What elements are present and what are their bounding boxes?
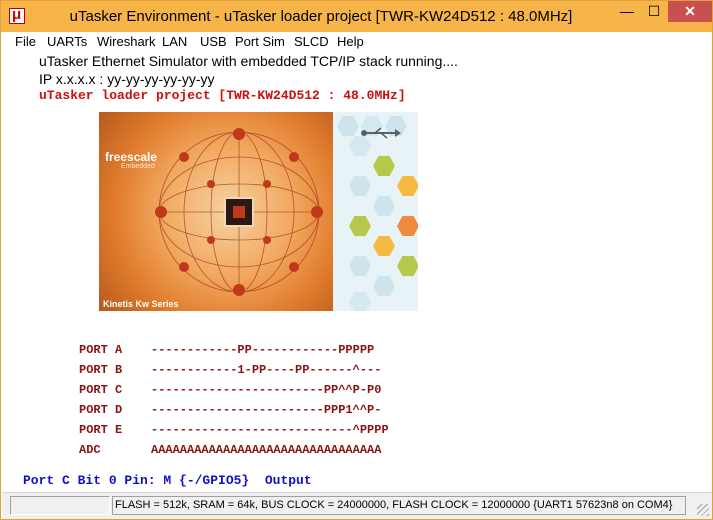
chip-sphere-graphic <box>99 112 333 311</box>
menu-lan[interactable]: LAN <box>162 34 187 49</box>
simulator-status-text: uTasker Ethernet Simulator with embedded… <box>39 53 458 69</box>
port-name: ADC <box>79 443 101 457</box>
menu-file[interactable]: File <box>15 34 36 49</box>
port-name: PORT A <box>79 343 123 357</box>
usb-hex-panel <box>333 112 418 311</box>
adc-row[interactable]: ADC AAAAAAAAAAAAAAAAAAAAAAAAAAAAAAAA <box>79 443 381 457</box>
title-bar[interactable]: μ uTasker Environment - uTasker loader p… <box>1 1 712 32</box>
port-name: PORT C <box>79 383 123 397</box>
freescale-logo-sub: Embedded <box>121 163 155 170</box>
status-info-text: FLASH = 512k, SRAM = 64k, BUS CLOCK = 24… <box>112 496 686 515</box>
port-name: PORT E <box>79 423 123 437</box>
port-name: PORT B <box>79 363 123 377</box>
port-pins[interactable]: ------------------------PP^^P-P0 <box>151 383 381 397</box>
status-pane-empty <box>10 496 110 515</box>
freescale-logo: freescale <box>105 150 158 164</box>
port-pins[interactable]: AAAAAAAAAAAAAAAAAAAAAAAAAAAAAAAA <box>151 443 381 457</box>
port-c-row[interactable]: PORT C ------------------------PP^^P-P0 <box>79 383 381 397</box>
port-pins[interactable]: ------------------------PPP1^^P- <box>151 403 381 417</box>
port-pins[interactable]: ----------------------------^PPPP <box>151 423 389 437</box>
port-d-row[interactable]: PORT D ------------------------PPP1^^P- <box>79 403 381 417</box>
series-caption: Kinetis Kw Series <box>103 299 179 309</box>
window-title: uTasker Environment - uTasker loader pro… <box>69 8 573 25</box>
menu-usb[interactable]: USB <box>200 34 227 49</box>
port-e-row[interactable]: PORT E ----------------------------^PPPP <box>79 423 389 437</box>
usb-icon <box>361 127 401 139</box>
menu-uarts[interactable]: UARTs <box>47 34 87 49</box>
port-pins[interactable]: ------------PP------------PPPPP <box>151 343 374 357</box>
port-pins[interactable]: ------------1-PP----PP------^--- <box>151 363 381 377</box>
status-bar: FLASH = 512k, SRAM = 64k, BUS CLOCK = 24… <box>2 492 712 519</box>
pin-status-text: Port C Bit 0 Pin: M {-/GPIO5} Output <box>23 473 312 488</box>
board-splash-image[interactable]: freescale Embedded Kinetis Kw Series <box>99 112 418 311</box>
port-b-row[interactable]: PORT B ------------1-PP----PP------^--- <box>79 363 381 377</box>
menu-help[interactable]: Help <box>337 34 364 49</box>
project-title-text: uTasker loader project [TWR-KW24D512 : 4… <box>39 88 406 103</box>
main-window: μ uTasker Environment - uTasker loader p… <box>0 0 713 520</box>
port-name: PORT D <box>79 403 123 417</box>
menu-port-sim[interactable]: Port Sim <box>235 34 285 49</box>
menu-bar: File UARTs Wireshark LAN USB Port Sim SL… <box>2 32 712 52</box>
minimize-button[interactable]: — <box>614 1 640 22</box>
close-button[interactable]: ✕ <box>668 1 712 22</box>
resize-grip-icon[interactable] <box>697 504 709 516</box>
menu-slcd[interactable]: SLCD <box>294 34 329 49</box>
maximize-button[interactable]: ☐ <box>641 1 667 22</box>
ip-address-text: IP x.x.x.x : yy-yy-yy-yy-yy-yy <box>39 71 215 87</box>
network-sphere-graphic <box>155 128 323 296</box>
menu-wireshark[interactable]: Wireshark <box>97 34 156 49</box>
port-a-row[interactable]: PORT A ------------PP------------PPPPP <box>79 343 374 357</box>
